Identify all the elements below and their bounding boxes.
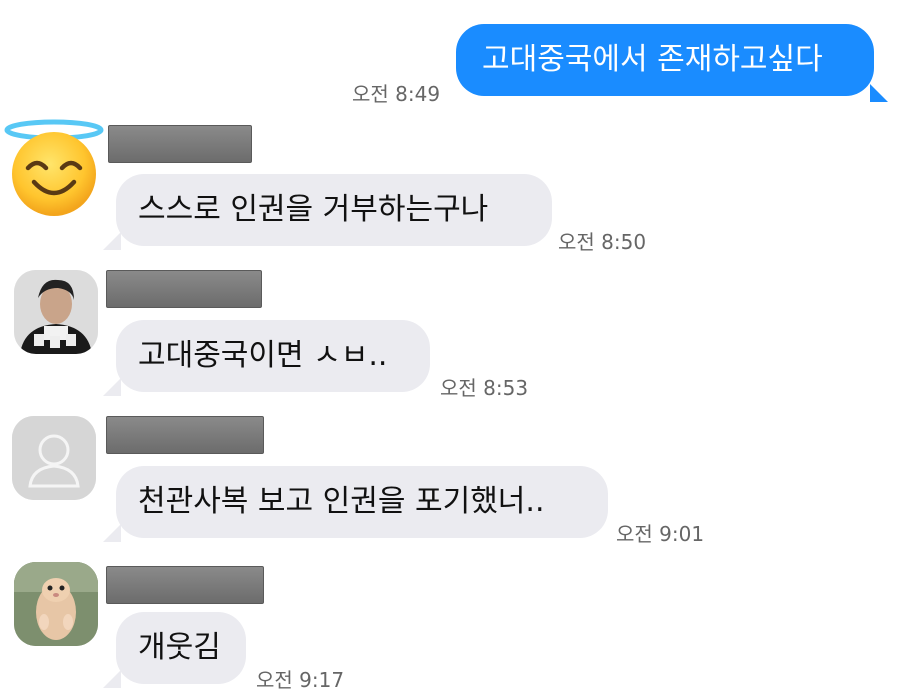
- hamster-photo-avatar[interactable]: [14, 562, 98, 646]
- incoming-message-bubble[interactable]: 천관사복 보고 인권을 포기했너..: [116, 466, 608, 538]
- message-text: 고대중국에서 존재하고싶다: [482, 42, 823, 77]
- message-text: 천관사복 보고 인권을 포기했너..: [138, 484, 545, 519]
- incoming-message-bubble[interactable]: 개웃김: [116, 612, 246, 684]
- message-text: 개웃김: [138, 630, 221, 665]
- bubble-tail: [870, 84, 888, 102]
- bubble-tail: [103, 378, 121, 396]
- message-text: 고대중국이면 ㅅㅂ..: [138, 338, 388, 373]
- bubble-tail: [103, 232, 121, 250]
- message-timestamp: 오전 8:49: [352, 82, 441, 106]
- message-timestamp: 오전 9:17: [256, 668, 345, 692]
- person-photo-avatar[interactable]: [14, 270, 98, 354]
- redacted-sender-name: [106, 566, 264, 604]
- bubble-tail: [103, 524, 121, 542]
- message-timestamp: 오전 8:50: [558, 230, 647, 254]
- redacted-sender-name: [108, 125, 252, 163]
- message-text: 스스로 인권을 거부하는구나: [138, 192, 489, 227]
- redacted-sender-name: [106, 416, 264, 454]
- chat-thread: 오전 8:49 고대중국에서 존재하고싶다 스스로 인권을 거부하는구나 오전 …: [0, 0, 900, 700]
- message-timestamp: 오전 8:53: [440, 376, 529, 400]
- incoming-message-bubble[interactable]: 고대중국이면 ㅅㅂ..: [116, 320, 430, 392]
- incoming-message-bubble[interactable]: 스스로 인권을 거부하는구나: [116, 174, 552, 246]
- redacted-sender-name: [106, 270, 262, 308]
- default-profile-icon[interactable]: [12, 416, 96, 500]
- message-timestamp: 오전 9:01: [616, 522, 705, 546]
- bubble-tail: [103, 670, 121, 688]
- smiling-halo-emoji-icon[interactable]: [4, 116, 104, 216]
- outgoing-message-bubble[interactable]: 고대중국에서 존재하고싶다: [456, 24, 874, 96]
